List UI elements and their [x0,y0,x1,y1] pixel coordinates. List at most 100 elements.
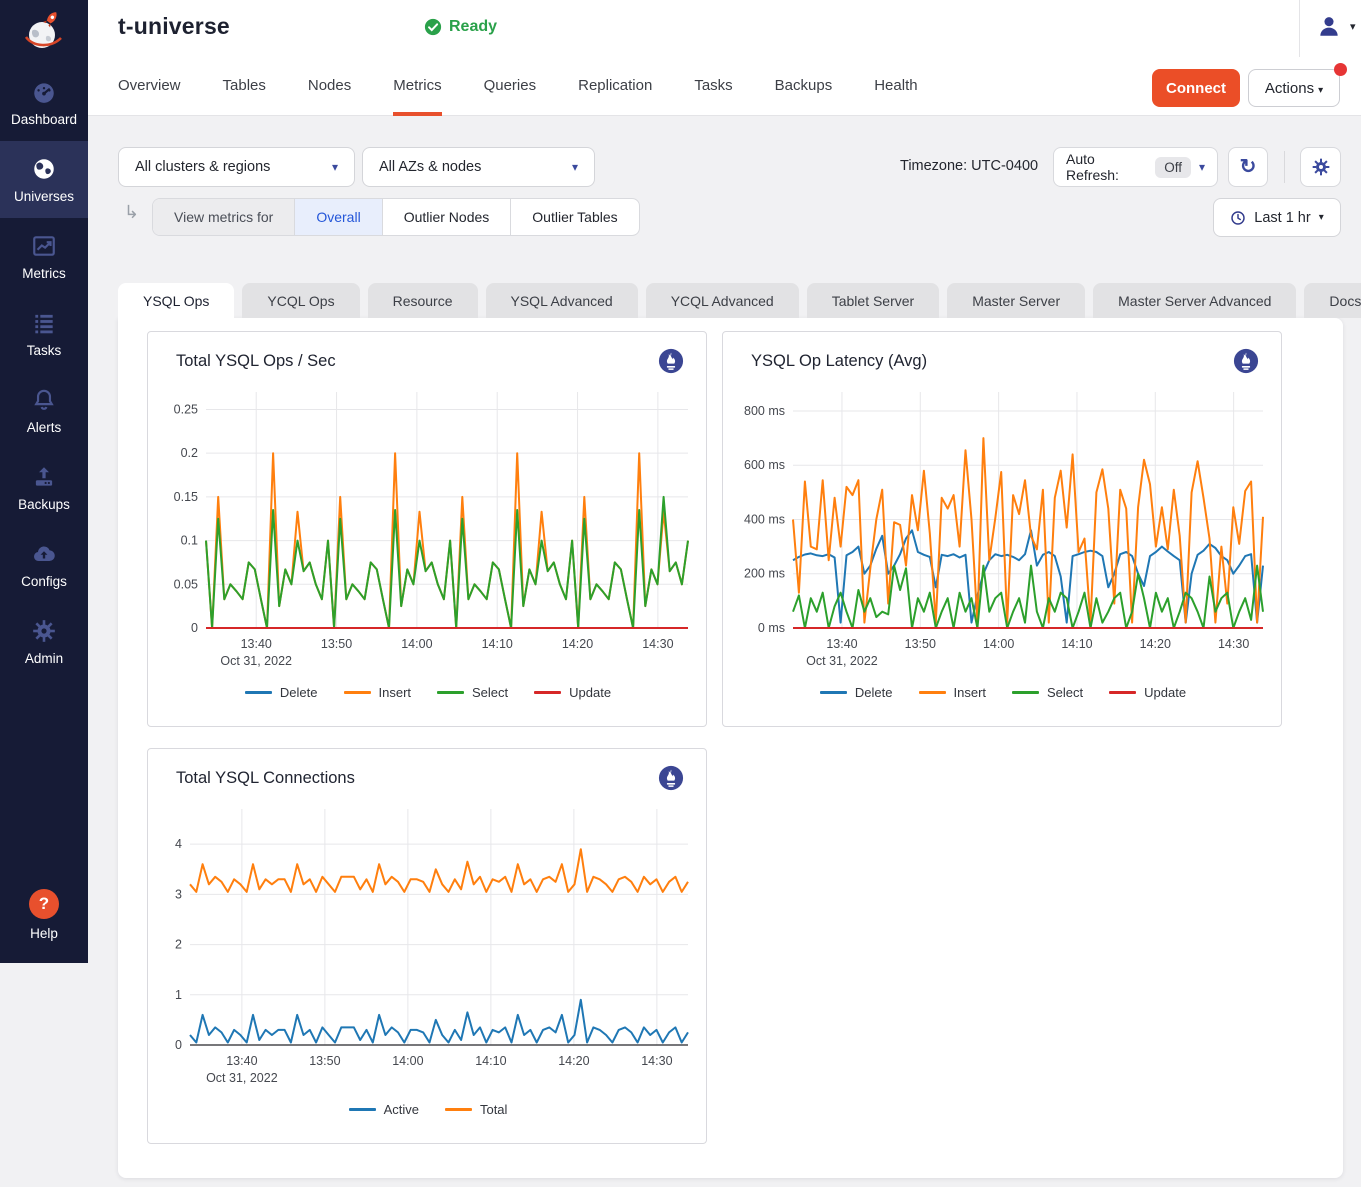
metric-tab-master-server-advanced[interactable]: Master Server Advanced [1093,283,1296,318]
metric-tab-docs-db[interactable]: Docs DB [1304,283,1361,318]
svg-text:0.1: 0.1 [181,534,198,548]
chart-plot-area[interactable]: 13:40Oct 31, 202213:5014:0014:1014:2014:… [160,803,696,1087]
sidebar-item-help[interactable]: ? Help [0,876,88,953]
planet-rocket-logo [20,8,68,56]
tab-nodes[interactable]: Nodes [308,57,351,116]
tab-tasks[interactable]: Tasks [694,57,732,116]
metric-tab-ysql-ops[interactable]: YSQL Ops [118,283,234,318]
svg-text:14:00: 14:00 [392,1054,423,1068]
sidebar-item-tasks[interactable]: Tasks [0,295,88,372]
sidebar-item-label: Alerts [27,420,62,435]
gear-icon [1311,157,1331,177]
legend-item-update[interactable]: Update [1109,685,1186,700]
metric-tab-ycql-advanced[interactable]: YCQL Advanced [646,283,799,318]
chevron-down-icon: ▾ [1318,85,1323,96]
legend-item-insert[interactable]: Insert [344,685,412,700]
legend-label: Total [480,1102,507,1117]
legend-label: Update [1144,685,1186,700]
svg-text:200 ms: 200 ms [744,567,785,581]
view-option-outlier-nodes[interactable]: Outlier Nodes [383,199,512,235]
metric-tab-resource[interactable]: Resource [368,283,478,318]
sidebar-item-admin[interactable]: Admin [0,603,88,680]
cloud-upload-icon [31,541,57,567]
tab-metrics[interactable]: Metrics [393,57,441,116]
connect-button[interactable]: Connect [1152,69,1240,107]
tab-backups[interactable]: Backups [775,57,833,116]
sidebar-item-dashboard[interactable]: Dashboard [0,64,88,141]
legend-item-select[interactable]: Select [1012,685,1083,700]
legend-item-update[interactable]: Update [534,685,611,700]
time-range-selector[interactable]: Last 1 hr ▾ [1213,198,1341,237]
sidebar-item-label: Help [30,926,58,941]
tab-tables[interactable]: Tables [223,57,266,116]
sidebar-item-metrics[interactable]: Metrics [0,218,88,295]
svg-text:13:40: 13:40 [826,637,857,651]
app-logo[interactable] [0,0,88,64]
legend-item-total[interactable]: Total [445,1102,507,1117]
chart-card-total-ysql-ops: Total YSQL Ops / Sec 13:40Oct 31, 202213… [147,331,707,727]
svg-text:13:50: 13:50 [321,637,352,651]
legend-label: Select [472,685,508,700]
svg-text:0.2: 0.2 [181,446,198,460]
svg-text:0 ms: 0 ms [758,621,785,635]
chart-ysql-op-latency: 13:40Oct 31, 202213:5014:0014:1014:2014:… [735,386,1271,700]
universe-nav-tabs: Overview Tables Nodes Metrics Queries Re… [118,57,918,116]
gear-icon [31,618,57,644]
top-header: t-universe Ready ▾ Overview Tables Nodes… [88,0,1361,116]
sidebar-item-label: Tasks [27,343,62,358]
legend-label: Select [1047,685,1083,700]
chart-legend: Active Total [160,1102,696,1117]
legend-label: Update [569,685,611,700]
metric-tab-master-server[interactable]: Master Server [947,283,1085,318]
svg-text:0.25: 0.25 [174,402,198,416]
legend-item-insert[interactable]: Insert [919,685,987,700]
metrics-panel: Total YSQL Ops / Sec 13:40Oct 31, 202213… [118,318,1343,1178]
tab-replication[interactable]: Replication [578,57,652,116]
prometheus-icon [658,765,684,791]
chart-legend: Delete Insert Select Update [735,685,1271,700]
metric-category-tabs: YSQL Ops YCQL Ops Resource YSQL Advanced… [118,283,1361,318]
chart-title: Total YSQL Connections [176,769,355,788]
user-menu[interactable]: ▾ [1316,13,1356,39]
settings-button[interactable] [1300,147,1341,187]
sidebar-item-configs[interactable]: Configs [0,526,88,603]
svg-text:400 ms: 400 ms [744,512,785,526]
metric-tab-ycql-ops[interactable]: YCQL Ops [242,283,359,318]
chevron-down-icon: ▾ [1319,212,1324,223]
sidebar-item-backups[interactable]: Backups [0,449,88,526]
svg-text:3: 3 [175,887,182,901]
help-icon: ? [29,889,59,919]
chart-plot-area[interactable]: 13:40Oct 31, 202213:5014:0014:1014:2014:… [160,386,696,670]
tab-health[interactable]: Health [874,57,917,116]
legend-item-delete[interactable]: Delete [245,685,318,700]
view-metrics-label: View metrics for [153,199,295,235]
refresh-button[interactable]: ↻ [1228,147,1268,187]
svg-text:14:00: 14:00 [983,637,1014,651]
metric-tab-ysql-advanced[interactable]: YSQL Advanced [486,283,638,318]
svg-text:14:00: 14:00 [401,637,432,651]
legend-item-active[interactable]: Active [349,1102,419,1117]
legend-swatch [344,691,371,694]
sidebar-item-alerts[interactable]: Alerts [0,372,88,449]
svg-text:14:20: 14:20 [558,1054,589,1068]
chart-plot-area[interactable]: 13:40Oct 31, 202213:5014:0014:1014:2014:… [735,386,1271,670]
legend-swatch [1012,691,1039,694]
legend-swatch [820,691,847,694]
view-option-outlier-tables[interactable]: Outlier Tables [511,199,638,235]
legend-item-select[interactable]: Select [437,685,508,700]
sidebar-item-universes[interactable]: Universes [0,141,88,218]
view-option-overall[interactable]: Overall [295,199,382,235]
az-node-filter[interactable]: All AZs & nodes ▾ [362,147,595,187]
cluster-region-filter[interactable]: All clusters & regions ▾ [118,147,355,187]
auto-refresh-control[interactable]: Auto Refresh: Off ▾ [1053,147,1218,187]
status-badge: Ready [424,18,497,36]
legend-swatch [245,691,272,694]
tab-overview[interactable]: Overview [118,57,181,116]
tab-queries[interactable]: Queries [484,57,537,116]
legend-item-delete[interactable]: Delete [820,685,893,700]
svg-text:Oct 31, 2022: Oct 31, 2022 [206,1071,278,1085]
actions-button[interactable]: Actions▾ [1248,69,1340,107]
chart-legend: Delete Insert Select Update [160,685,696,700]
metric-tab-tablet-server[interactable]: Tablet Server [807,283,939,318]
hook-arrow-icon: ↳ [124,202,139,223]
